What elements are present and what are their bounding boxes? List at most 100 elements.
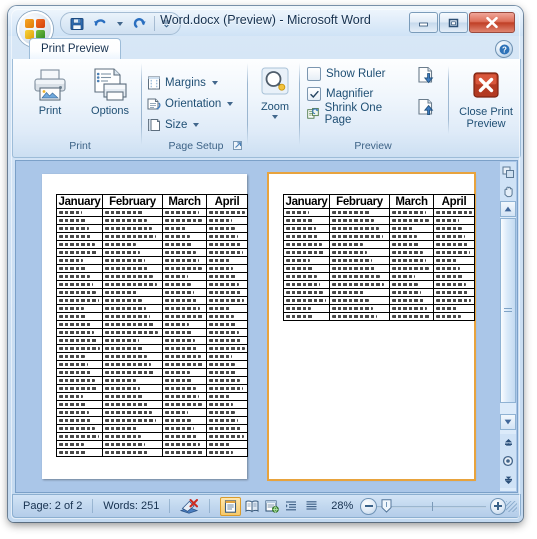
cell-text-glyphs (436, 307, 458, 310)
print-button[interactable]: Print (22, 61, 78, 117)
cell-text-glyphs (59, 235, 92, 238)
scroll-down-button[interactable] (500, 414, 516, 430)
next-page-nav-button[interactable] (500, 470, 516, 488)
magnifier-checkbox[interactable]: Magnifier (305, 84, 403, 104)
qat-separator (154, 16, 155, 31)
preview-page-2[interactable]: January February March April (267, 172, 476, 481)
view-draft-button[interactable] (302, 498, 321, 515)
zoom-out-button[interactable] (360, 497, 377, 515)
cell-text-glyphs (392, 251, 424, 254)
table-row (56, 248, 248, 257)
table-cell (283, 240, 330, 249)
select-browse-object-button[interactable] (500, 452, 516, 470)
ribbon-group-preview: Show Ruler Magnifier Shrink One Page Clo… (303, 61, 515, 154)
cell-text-glyphs (436, 211, 473, 214)
customize-qat-button[interactable] (160, 15, 173, 33)
table-row (283, 288, 475, 297)
table-cell (162, 320, 207, 329)
zoom-percent-label[interactable]: 28% (322, 500, 360, 512)
shrink-one-page-button[interactable]: Shrink One Page (305, 102, 403, 126)
table-cell (56, 264, 103, 273)
group-separator-3 (299, 63, 300, 145)
show-ruler-checkbox[interactable]: Show Ruler (305, 64, 403, 84)
select-browse-object-top-icon[interactable] (500, 162, 516, 182)
resize-grip[interactable] (506, 500, 517, 512)
previous-page-button[interactable] (417, 98, 436, 122)
cell-text-glyphs (165, 379, 193, 382)
cell-text-glyphs (392, 299, 425, 302)
orientation-dropdown-arrow[interactable] (227, 102, 234, 106)
redo-button[interactable] (130, 15, 149, 33)
view-print-layout-button[interactable] (220, 496, 242, 516)
scrollbar-thumb[interactable] (500, 218, 516, 403)
vertical-scrollbar[interactable] (500, 162, 516, 491)
previous-page-nav-button[interactable] (500, 434, 516, 452)
page-setup-dialog-launcher[interactable] (232, 140, 244, 152)
orientation-button[interactable]: Orientation (145, 94, 237, 115)
cell-text-glyphs (286, 275, 317, 278)
margins-dropdown-arrow[interactable] (211, 81, 218, 85)
cell-text-glyphs (59, 363, 89, 366)
view-web-layout-button[interactable] (262, 498, 281, 515)
cell-text-glyphs (59, 427, 96, 430)
cell-text-glyphs (209, 291, 242, 294)
cell-text-glyphs (286, 243, 322, 246)
size-dropdown-arrow[interactable] (193, 123, 200, 127)
close-button[interactable] (469, 12, 515, 33)
table-cell (102, 280, 163, 289)
document-preview-area[interactable]: January February March April January Februar… (15, 160, 518, 493)
view-full-screen-reading-button[interactable] (242, 498, 261, 515)
zoom-dropdown-arrow[interactable] (272, 115, 278, 119)
options-button[interactable]: Options (82, 61, 138, 117)
cell-text-glyphs (286, 219, 313, 222)
cell-text-glyphs (436, 219, 460, 222)
help-button[interactable]: ? (495, 40, 513, 58)
margins-button[interactable]: Margins (145, 73, 222, 94)
zoom-button[interactable]: Zoom (252, 61, 298, 119)
save-button[interactable] (67, 15, 86, 33)
zoom-in-button[interactable] (489, 497, 507, 515)
table-cell (206, 408, 248, 417)
table-cell (56, 232, 103, 241)
page-indicator[interactable]: Page: 2 of 2 (13, 500, 92, 512)
table-cell (102, 424, 163, 433)
word-application-window: Word.docx (Preview) - Microsoft Word Pri… (8, 6, 523, 522)
table-cell (389, 272, 434, 281)
table-cell (433, 232, 475, 241)
table-cell (56, 368, 103, 377)
cell-text-glyphs (436, 299, 472, 302)
cell-text-glyphs (105, 363, 152, 366)
zoom-slider[interactable] (376, 498, 486, 514)
cell-text-glyphs (332, 299, 369, 302)
cell-text-glyphs (286, 211, 310, 214)
minimize-button[interactable] (409, 12, 438, 33)
undo-button[interactable] (90, 15, 109, 33)
size-button[interactable]: Size (145, 115, 203, 136)
cell-text-glyphs (436, 227, 462, 230)
table-cell (162, 248, 207, 257)
hand-tool-icon[interactable] (500, 182, 516, 201)
close-print-preview-button[interactable]: Close Print Preview (457, 64, 515, 130)
next-page-button[interactable] (417, 66, 436, 90)
cell-text-glyphs (165, 299, 198, 302)
maximize-button[interactable] (439, 12, 468, 33)
table-cell (162, 360, 207, 369)
table-cell (283, 272, 330, 281)
table-cell (102, 264, 163, 273)
table-cell (329, 264, 390, 273)
word-count-indicator[interactable]: Words: 251 (93, 500, 169, 512)
table-cell (433, 208, 475, 217)
web-layout-icon (265, 499, 279, 513)
table-cell (283, 232, 330, 241)
scroll-up-button[interactable] (500, 201, 516, 217)
table-cell (56, 448, 103, 457)
proofing-errors-button[interactable] (170, 498, 209, 514)
zoom-slider-thumb[interactable] (381, 499, 392, 513)
table-row (56, 320, 248, 329)
tab-print-preview[interactable]: Print Preview (29, 38, 121, 61)
tab-print-preview-label: Print Preview (41, 43, 109, 55)
close-x-icon (470, 69, 502, 103)
undo-dropdown-arrow[interactable] (113, 15, 126, 33)
preview-page-1[interactable]: January February March April (42, 174, 248, 479)
view-outline-button[interactable] (282, 498, 301, 515)
